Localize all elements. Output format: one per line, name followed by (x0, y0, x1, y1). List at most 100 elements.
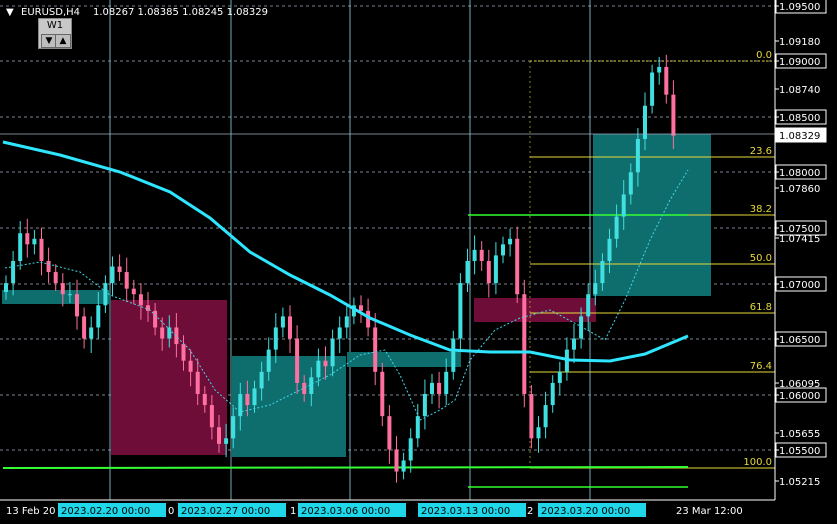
candle-body[interactable] (486, 260, 491, 284)
candle-body[interactable] (550, 382, 555, 406)
candle-body[interactable] (671, 94, 676, 136)
candle-body[interactable] (664, 66, 669, 95)
candle-body[interactable] (280, 316, 285, 328)
candle-body[interactable] (273, 327, 278, 350)
candle-body[interactable] (288, 316, 292, 339)
candle-body[interactable] (188, 360, 193, 372)
candle-body[interactable] (53, 272, 58, 284)
candle-body[interactable] (4, 283, 8, 292)
candle-body[interactable] (259, 371, 264, 389)
candle-body[interactable] (337, 327, 342, 339)
candle-body[interactable] (529, 393, 534, 439)
candle-body[interactable] (600, 260, 605, 284)
candle-body[interactable] (344, 316, 349, 328)
candle-body[interactable] (195, 371, 200, 394)
candle-body[interactable] (628, 172, 633, 195)
fib-level-label: 0.0 (756, 50, 772, 61)
candle-body[interactable] (387, 416, 392, 450)
candle-body[interactable] (18, 233, 23, 261)
candle-body[interactable] (635, 139, 640, 173)
candle-body[interactable] (451, 338, 456, 372)
candle-body[interactable] (543, 405, 548, 428)
candle-body[interactable] (266, 349, 271, 372)
candle-body[interactable] (82, 316, 87, 339)
candle-body[interactable] (493, 255, 498, 284)
candle-body[interactable] (67, 294, 72, 296)
candle-body[interactable] (75, 294, 79, 317)
candle-body[interactable] (394, 449, 399, 472)
candle-body[interactable] (607, 238, 612, 261)
candle-body[interactable] (131, 288, 136, 295)
candle-body[interactable] (295, 338, 300, 383)
candle-body[interactable] (252, 388, 257, 406)
price-chart[interactable]: 0.023.638.250.061.876.4100.0 1.095001.09… (0, 0, 837, 524)
candle-body[interactable] (245, 393, 250, 406)
candle-body[interactable] (174, 327, 179, 345)
candle-body[interactable] (224, 438, 229, 444)
candle-body[interactable] (316, 360, 321, 378)
timeframe-up-icon[interactable]: ▲ (55, 34, 71, 48)
candle-body[interactable] (96, 305, 101, 328)
menu-arrow-icon[interactable]: ▼ (6, 7, 14, 18)
candle-body[interactable] (422, 393, 427, 417)
candle-body[interactable] (202, 393, 207, 406)
candle-body[interactable] (209, 405, 214, 428)
candle-body[interactable] (380, 371, 385, 417)
candle-body[interactable] (415, 416, 420, 439)
candle-body[interactable] (408, 438, 413, 461)
candle-body[interactable] (160, 327, 165, 339)
support-line-low[interactable] (2, 466, 689, 469)
time-axis[interactable]: 13 Feb 20 2023.02.20 00:00 2023.02.27 00:0… (6, 503, 743, 517)
candle-body[interactable] (621, 194, 626, 217)
candle-body[interactable] (323, 360, 328, 367)
candle-body[interactable] (508, 238, 513, 245)
candle-body[interactable] (89, 327, 94, 339)
candle-body[interactable] (472, 249, 477, 261)
candle-body[interactable] (479, 249, 484, 261)
timeframe-widget[interactable]: W1 ▼ ▲ (38, 18, 72, 49)
candle-body[interactable] (231, 416, 236, 439)
price-label: 1.07000 (779, 280, 820, 291)
candle-body[interactable] (11, 260, 16, 284)
candle-body[interactable] (103, 283, 108, 306)
candle-body[interactable] (430, 382, 434, 394)
price-axis[interactable]: 1.09500 1.09180 1.09000 1.08740 1.08500 1.083… (775, 0, 827, 488)
candle-body[interactable] (309, 377, 314, 394)
candle-body[interactable] (515, 238, 520, 295)
candle-body[interactable] (586, 294, 591, 317)
candle-body[interactable] (593, 283, 598, 295)
candle-body[interactable] (465, 260, 470, 284)
candle-body[interactable] (60, 283, 65, 295)
price-label: 1.05500 (779, 446, 820, 457)
timeframe-label[interactable]: W1 (39, 19, 71, 33)
candle-body[interactable] (181, 344, 186, 361)
candle-body[interactable] (536, 427, 541, 439)
candle-body[interactable] (650, 72, 655, 106)
candle-body[interactable] (110, 266, 115, 284)
candle-body[interactable] (359, 305, 363, 311)
candle-body[interactable] (217, 427, 221, 444)
candle-body[interactable] (437, 382, 442, 394)
candle-body[interactable] (153, 310, 158, 328)
candle-body[interactable] (330, 338, 335, 367)
candle-body[interactable] (25, 233, 30, 245)
candle-body[interactable] (657, 66, 662, 73)
candle-body[interactable] (458, 283, 463, 339)
candle-body[interactable] (46, 260, 51, 273)
price-label: 1.08000 (779, 168, 820, 179)
candle-body[interactable] (557, 371, 562, 383)
candle-body[interactable] (124, 272, 129, 289)
symbol-label: EURUSD,H4 (21, 7, 80, 18)
candle-body[interactable] (522, 294, 527, 394)
candle-body[interactable] (501, 244, 505, 256)
candle-body[interactable] (138, 294, 143, 306)
candle-body[interactable] (572, 338, 576, 350)
candle-body[interactable] (32, 238, 37, 245)
candle-body[interactable] (444, 371, 449, 394)
candle-body[interactable] (39, 238, 44, 261)
candle-body[interactable] (117, 266, 122, 273)
candle-body[interactable] (614, 216, 619, 239)
candle-body[interactable] (401, 460, 406, 472)
candle-body[interactable] (373, 327, 378, 372)
candle-body[interactable] (238, 393, 243, 417)
